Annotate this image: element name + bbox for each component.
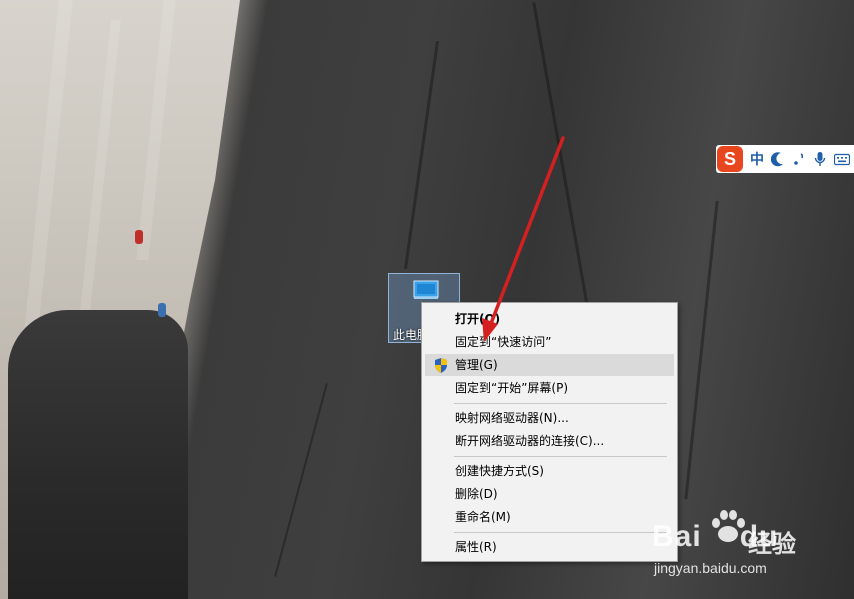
- menu-separator: [454, 532, 667, 533]
- wallpaper-crack: [684, 200, 719, 500]
- ime-toolbar[interactable]: S 中: [716, 145, 854, 173]
- wallpaper-crack: [274, 383, 328, 577]
- ime-mode-toggle[interactable]: 中: [750, 149, 764, 169]
- sogou-logo-icon[interactable]: S: [717, 146, 743, 172]
- menu-item-rename[interactable]: 重命名(M): [425, 506, 674, 528]
- menu-item-open[interactable]: 打开(O): [425, 308, 674, 330]
- menu-item-disconnect-network-drive[interactable]: 断开网络驱动器的连接(C)...: [425, 430, 674, 452]
- menu-item-pin-quick-access[interactable]: 固定到“快速访问”: [425, 331, 674, 353]
- wallpaper-dark-rock: [8, 310, 188, 599]
- menu-separator: [454, 403, 667, 404]
- microphone-icon[interactable]: [813, 151, 827, 167]
- baidu-jingyan-watermark: Bai du 经验 jingyan.baidu.com: [652, 506, 852, 586]
- punctuation-icon[interactable]: [792, 151, 806, 167]
- baidu-paw-icon: [712, 510, 745, 542]
- menu-item-manage[interactable]: 管理(G): [425, 354, 674, 376]
- climber-figure: [135, 230, 143, 244]
- wallpaper-crack: [532, 2, 591, 318]
- menu-item-properties[interactable]: 属性(R): [425, 536, 674, 558]
- monitor-icon: [413, 280, 439, 299]
- climber-figure: [158, 303, 166, 317]
- moon-icon[interactable]: [771, 151, 785, 167]
- menu-item-pin-start[interactable]: 固定到“开始”屏幕(P): [425, 377, 674, 399]
- menu-item-delete[interactable]: 删除(D): [425, 483, 674, 505]
- context-menu: 打开(O) 固定到“快速访问” 管理(G) 固定到“开始”屏幕(P) 映射网络驱…: [421, 302, 678, 562]
- menu-item-manage-label: 管理(G): [455, 358, 498, 372]
- menu-separator: [454, 456, 667, 457]
- wallpaper-crack: [404, 40, 439, 270]
- uac-shield-icon: [435, 358, 447, 373]
- watermark-product: 经验: [748, 530, 796, 558]
- menu-item-create-shortcut[interactable]: 创建快捷方式(S): [425, 460, 674, 482]
- menu-item-map-network-drive[interactable]: 映射网络驱动器(N)...: [425, 407, 674, 429]
- watermark-url: jingyan.baidu.com: [654, 560, 767, 576]
- desktop-background[interactable]: 此电脑 打开(O) 固定到“快速访问” 管理(G) 固定到“开始”屏幕(P) 映…: [0, 0, 854, 599]
- keyboard-icon[interactable]: [834, 151, 850, 167]
